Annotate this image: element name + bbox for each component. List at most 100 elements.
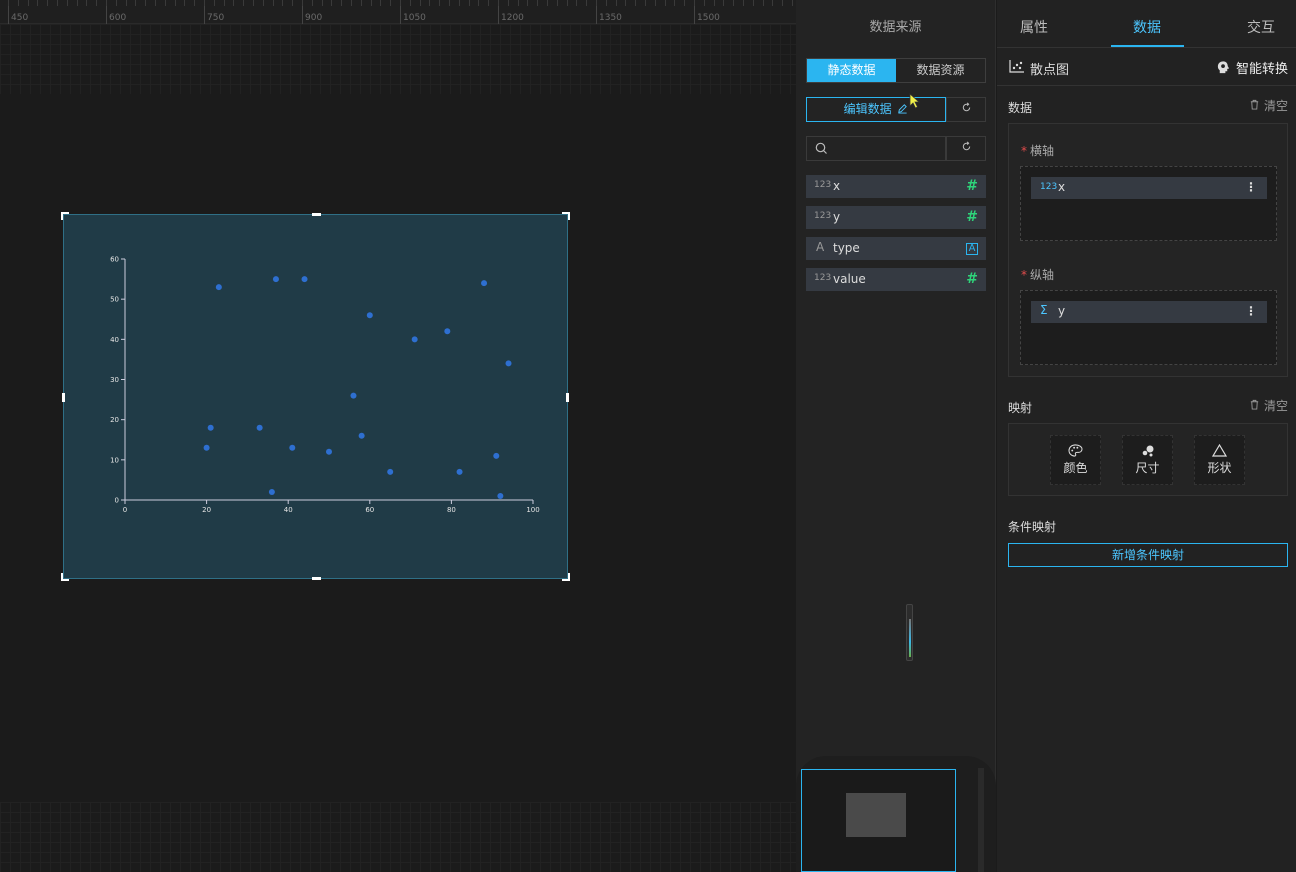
y-axis-drop-zone[interactable]: Σ y ⋮ bbox=[1020, 290, 1277, 365]
ruler-minor-tick bbox=[723, 0, 724, 6]
ruler-minor-tick bbox=[282, 0, 283, 6]
ruler-minor-tick bbox=[351, 0, 352, 6]
ruler-minor-tick bbox=[37, 0, 38, 6]
resize-handle-bottom-left[interactable] bbox=[61, 573, 69, 581]
scatter-point bbox=[387, 468, 394, 475]
scatter-point bbox=[481, 280, 488, 287]
scatter-chart-widget[interactable]: 0 20 40 60 80 100 0 10 20 30 40 50 60 bbox=[61, 212, 570, 581]
ruler-minor-tick bbox=[645, 0, 646, 6]
ruler-label: 1200 bbox=[501, 13, 524, 23]
ruler-label: 750 bbox=[207, 13, 225, 23]
field-item-value[interactable]: 123 value # bbox=[806, 268, 986, 291]
tab-properties[interactable]: 属性 bbox=[1020, 0, 1048, 48]
tab-static-data[interactable]: 静态数据 bbox=[807, 59, 896, 82]
resize-handle-left[interactable] bbox=[62, 393, 65, 402]
ruler-minor-tick bbox=[67, 0, 68, 6]
tab-data-resource[interactable]: 数据资源 bbox=[896, 59, 985, 82]
ruler-minor-tick bbox=[47, 0, 48, 6]
ruler-minor-tick bbox=[753, 0, 754, 6]
ruler-minor-tick bbox=[763, 0, 764, 6]
minimap-scrollbar[interactable] bbox=[978, 768, 984, 872]
y-tick-label: 60 bbox=[110, 256, 119, 264]
ruler-minor-tick bbox=[782, 0, 783, 6]
more-options-icon[interactable]: ⋮ bbox=[1245, 304, 1257, 318]
data-source-switch: 静态数据 数据资源 bbox=[806, 58, 986, 83]
ruler-label: 600 bbox=[109, 13, 127, 23]
ruler-minor-tick bbox=[273, 0, 274, 6]
y-axis-label: * 纵轴 bbox=[1021, 266, 1054, 283]
resize-handle-right[interactable] bbox=[566, 393, 569, 402]
ruler-minor-tick bbox=[772, 0, 773, 6]
resize-handle-bottom-right[interactable] bbox=[562, 573, 570, 581]
mapping-size-button[interactable]: 尺寸 bbox=[1122, 435, 1173, 485]
refresh-button[interactable] bbox=[946, 97, 986, 122]
field-name: type bbox=[833, 241, 860, 255]
x-axis-field-chip[interactable]: 123 x ⋮ bbox=[1031, 177, 1267, 199]
data-source-title: 数据来源 bbox=[869, 20, 922, 35]
mapping-color-button[interactable]: 颜色 bbox=[1050, 435, 1101, 485]
config-panel: 属性 数据 交互 散点图 智能转换 数据 清空 * 横轴 123 x ⋮ * 纵… bbox=[997, 0, 1296, 872]
data-section-title: 数据 bbox=[1008, 101, 1033, 115]
scatter-chart: 0 20 40 60 80 100 0 10 20 30 40 50 60 bbox=[110, 256, 540, 515]
ruler-minor-tick bbox=[165, 0, 166, 6]
ruler-minor-tick bbox=[733, 0, 734, 6]
clear-data-button[interactable]: 清空 bbox=[1249, 97, 1288, 114]
tab-interaction[interactable]: 交互 bbox=[1247, 0, 1275, 48]
ruler-minor-tick bbox=[312, 0, 313, 6]
ruler-minor-tick bbox=[194, 0, 195, 6]
y-axis-field-chip[interactable]: Σ y ⋮ bbox=[1031, 301, 1267, 323]
scatter-point bbox=[444, 328, 451, 335]
scatter-chart-icon bbox=[1009, 60, 1024, 73]
ruler-minor-tick bbox=[263, 0, 264, 6]
more-options-icon[interactable]: ⋮ bbox=[1245, 180, 1257, 194]
chart-type-row: 散点图 智能转换 bbox=[997, 48, 1296, 86]
scatter-point bbox=[207, 424, 214, 431]
ruler-minor-tick bbox=[508, 0, 509, 6]
ruler-minor-tick bbox=[674, 0, 675, 6]
ruler-minor-tick bbox=[792, 0, 793, 6]
ruler-minor-tick bbox=[233, 0, 234, 6]
x-axis-drop-zone[interactable]: 123 x ⋮ bbox=[1020, 166, 1277, 241]
canvas-area[interactable]: 450 600 750 900 1050 1200 1350 1500 0 20 40 60 80 10… bbox=[0, 0, 796, 872]
text-badge-icon: A bbox=[966, 243, 978, 255]
x-tick-label: 20 bbox=[202, 506, 211, 514]
scatter-point bbox=[505, 360, 512, 367]
ruler-label: 450 bbox=[11, 13, 29, 23]
field-item-y[interactable]: 123 y # bbox=[806, 206, 986, 229]
field-list: 123 x # 123 y # A type A 123 value # bbox=[806, 175, 986, 299]
field-item-type[interactable]: A type A bbox=[806, 237, 986, 260]
panel-drag-handle[interactable] bbox=[906, 604, 913, 661]
ruler-minor-tick bbox=[341, 0, 342, 6]
number-type-icon: 123 bbox=[1040, 182, 1058, 192]
resize-handle-top-right[interactable] bbox=[562, 212, 570, 220]
smart-convert-button[interactable]: 智能转换 bbox=[1216, 58, 1288, 77]
y-tick-label: 50 bbox=[110, 296, 119, 304]
clear-mapping-button[interactable]: 清空 bbox=[1249, 397, 1288, 414]
field-search-box bbox=[806, 136, 946, 161]
config-tabs: 属性 数据 交互 bbox=[997, 0, 1296, 48]
ruler-minor-tick bbox=[400, 0, 401, 6]
mapping-color-label: 颜色 bbox=[1063, 461, 1088, 475]
canvas-minimap[interactable] bbox=[801, 769, 956, 872]
scatter-point bbox=[411, 336, 418, 343]
resize-handle-top[interactable] bbox=[312, 213, 321, 216]
x-axis-label-text: 横轴 bbox=[1030, 144, 1055, 158]
add-condition-mapping-button[interactable]: 新增条件映射 bbox=[1008, 543, 1288, 567]
ruler-minor-tick bbox=[547, 0, 548, 6]
ruler-minor-tick bbox=[361, 0, 362, 6]
ruler-minor-tick bbox=[18, 0, 19, 6]
tab-data[interactable]: 数据 bbox=[1133, 0, 1161, 48]
mapping-shape-button[interactable]: 形状 bbox=[1194, 435, 1245, 485]
resize-handle-top-left[interactable] bbox=[61, 212, 69, 220]
field-item-x[interactable]: 123 x # bbox=[806, 175, 986, 198]
scatter-point bbox=[326, 448, 332, 455]
ruler-minor-tick bbox=[8, 0, 9, 6]
resize-handle-bottom[interactable] bbox=[312, 577, 321, 580]
ruler-minor-tick bbox=[155, 0, 156, 6]
number-type-icon: 123 bbox=[814, 273, 832, 283]
search-refresh-button[interactable] bbox=[946, 136, 986, 161]
edit-data-button[interactable]: 编辑数据 bbox=[806, 97, 946, 122]
clear-data-label: 清空 bbox=[1263, 99, 1288, 113]
ruler-minor-tick bbox=[616, 0, 617, 6]
x-tick-label: 60 bbox=[365, 506, 374, 514]
